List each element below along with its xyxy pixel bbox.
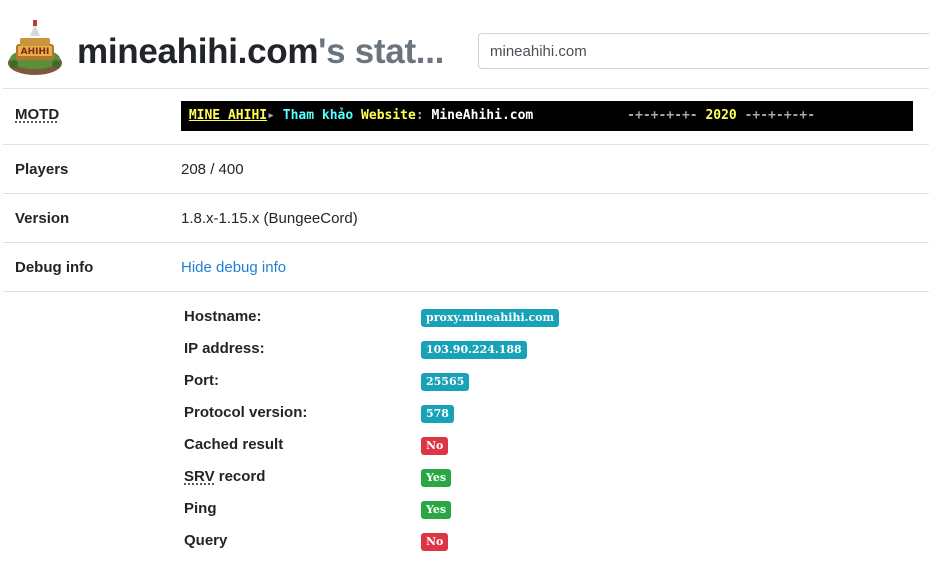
debug-item-badge: 25565 — [421, 373, 470, 391]
debug-item-label: Hostname: — [184, 308, 262, 325]
srv-abbr: SRV — [184, 468, 215, 485]
version-row: Version 1.8.x-1.15.x (BungeeCord) — [3, 193, 929, 242]
motd-padding — [181, 108, 189, 123]
motd-segment: MineAhihi.com — [431, 108, 534, 123]
motd-segment: MINE AHIHI — [188, 108, 268, 123]
motd-segment: : — [415, 108, 432, 123]
server-search-box[interactable] — [478, 33, 929, 69]
debug-info-label: Debug info — [15, 259, 94, 276]
motd-abbr: MOTD — [15, 106, 60, 123]
debug-item-label: Port: — [184, 372, 219, 389]
motd-segment: Website — [361, 108, 416, 123]
page-title: mineahihi.com's stat... — [77, 30, 444, 74]
debug-info-row: Debug info Hide debug info — [3, 242, 929, 291]
page-header: AHIHI mineahihi.com's stat... — [0, 0, 929, 88]
server-search-input[interactable] — [479, 34, 929, 68]
title-suffix: 's stat... — [318, 32, 445, 71]
motd-segment: ▸ — [267, 108, 283, 123]
debug-details: Hostname: proxy.mineahihi.com IP address: 1… — [3, 291, 929, 564]
players-row: Players 208 / 400 — [3, 144, 929, 193]
version-value: 1.8.x-1.15.x (BungeeCord) — [181, 210, 358, 227]
players-value: 208 / 400 — [181, 161, 244, 178]
debug-item-badge: No — [421, 437, 449, 455]
debug-item-label: Cached result — [184, 436, 284, 453]
motd-display: MINE AHIHI▸ Tham khảo Website: MineAhihi… — [181, 101, 913, 131]
debug-item-label: SRV record — [184, 468, 266, 485]
players-label: Players — [15, 161, 69, 178]
debug-item-badge: Yes — [421, 501, 452, 519]
debug-item-badge: Yes — [421, 469, 452, 487]
debug-item-badge: 578 — [421, 405, 454, 423]
debug-item-badge: No — [421, 533, 449, 551]
debug-item-label: Ping — [184, 500, 217, 517]
motd-segment: 2020 — [705, 108, 737, 123]
debug-item-label: Protocol version: — [184, 404, 308, 421]
debug-item-label: Query — [184, 532, 228, 549]
version-label: Version — [15, 210, 70, 227]
motd-segment: -+-+-+-+- — [736, 108, 816, 123]
debug-item-badge: proxy.mineahihi.com — [421, 309, 560, 327]
debug-item-label: IP address: — [184, 340, 265, 357]
motd-segment: -+-+-+-+- — [533, 108, 706, 123]
motd-label: MOTD — [15, 106, 59, 123]
server-logo-icon: AHIHI — [6, 18, 64, 78]
svg-text:AHIHI: AHIHI — [21, 47, 50, 57]
motd-segment: Tham khảo — [282, 108, 362, 123]
title-server-name: mineahihi.com — [77, 32, 319, 71]
debug-item-badge: 103.90.224.188 — [421, 341, 527, 359]
hide-debug-info-link[interactable]: Hide debug info — [181, 259, 286, 276]
motd-row: MOTD MINE AHIHI▸ Tham khảo Website: Mine… — [3, 88, 929, 144]
